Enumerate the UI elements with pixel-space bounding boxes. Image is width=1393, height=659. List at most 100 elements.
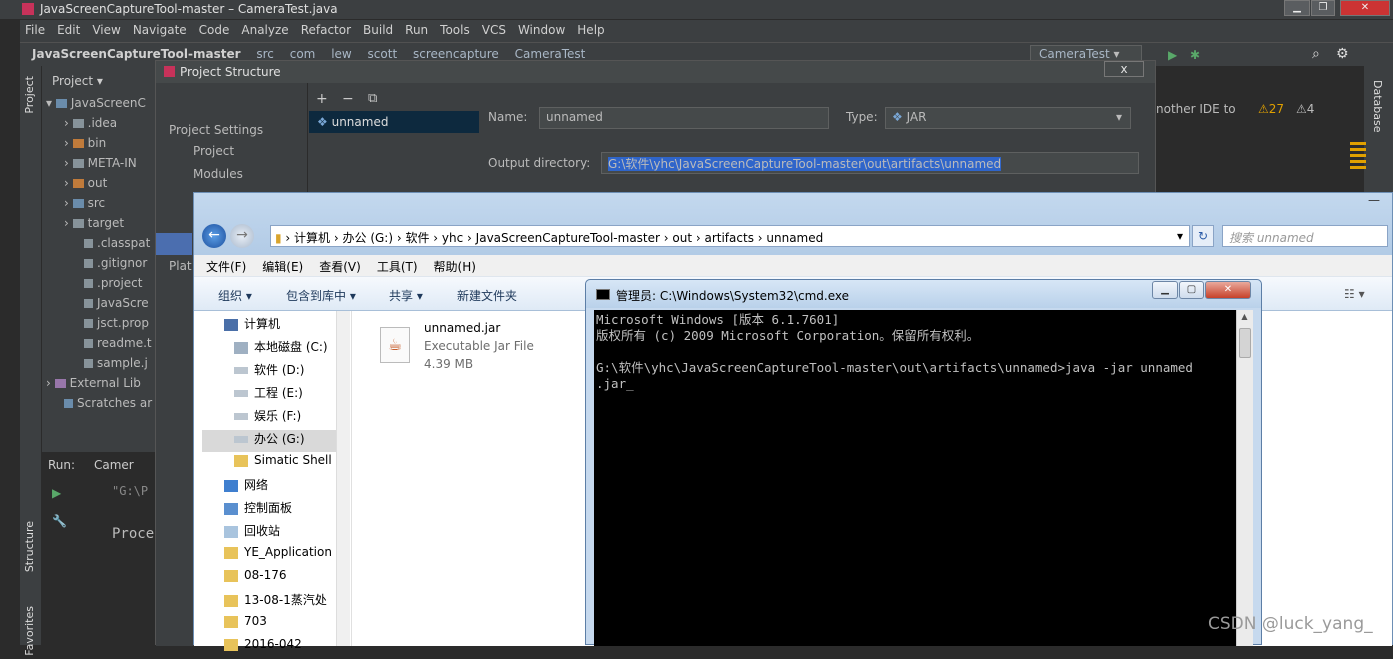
crumb-artifacts[interactable]: artifacts (704, 231, 753, 245)
nav-folder-ye[interactable]: YE_Application (224, 545, 332, 567)
nav-folder-2016[interactable]: 2016-042 (224, 637, 302, 659)
nav-network[interactable]: 网络 (224, 476, 268, 498)
cmd-close-button[interactable]: ✕ (1205, 281, 1251, 299)
menu-file[interactable]: File (25, 23, 45, 37)
refresh-icon[interactable]: ↻ (1192, 225, 1214, 247)
search-box[interactable]: 搜索 unnamed (1222, 225, 1388, 247)
sidebar-item-project[interactable]: Project (193, 144, 234, 158)
crumb-unnamed[interactable]: unnamed (766, 231, 823, 245)
menu-code[interactable]: Code (199, 23, 230, 37)
menu-refactor[interactable]: Refactor (301, 23, 351, 37)
explorer-minimize-button[interactable]: — (1359, 193, 1389, 211)
nav-folder-13-08[interactable]: 13-08-1蒸汽处 (224, 591, 327, 613)
scroll-up-icon[interactable]: ▲ (1238, 312, 1251, 324)
breadcrumb-cameratest[interactable]: CameraTest (515, 47, 586, 61)
cmd-console[interactable]: Microsoft Windows [版本 6.1.7601] 版权所有 (c) … (594, 310, 1236, 646)
menu-run[interactable]: Run (405, 23, 428, 37)
menu-edit-cn[interactable]: 编辑(E) (262, 258, 303, 275)
nav-recycle-bin[interactable]: 回收站 (224, 522, 280, 544)
nav-drive-g[interactable]: 办公 (G:) (202, 430, 350, 452)
settings-gear-icon[interactable]: ⚙ (1336, 46, 1349, 62)
close-button[interactable]: ✕ (1340, 0, 1390, 16)
nav-folder-703[interactable]: 703 (224, 614, 267, 636)
minimize-button[interactable]: ▁ (1284, 0, 1310, 16)
jar-file-icon[interactable]: ☕ (380, 327, 410, 363)
file-name[interactable]: unnamed.jar (424, 321, 500, 335)
menu-help[interactable]: Help (577, 23, 604, 37)
address-bar[interactable]: ▮ › 计算机 › 办公 (G:) › 软件 › yhc › JavaScree… (270, 225, 1190, 247)
crumb-drive-g[interactable]: 办公 (G:) (343, 231, 394, 245)
crumb-software[interactable]: 软件 (405, 231, 429, 245)
copy-artifact-button[interactable]: ⧉ (368, 91, 377, 106)
cmd-minimize-button[interactable]: ▁ (1152, 281, 1178, 299)
remove-artifact-button[interactable]: − (342, 91, 354, 107)
debug-icon[interactable]: ✱ (1190, 48, 1200, 62)
view-options-icon[interactable]: ☷ ▾ (1344, 287, 1365, 301)
menu-analyze[interactable]: Analyze (241, 23, 288, 37)
include-in-library-button[interactable]: 包含到库中 ▾ (286, 287, 356, 304)
cmd-maximize-button[interactable]: ▢ (1179, 281, 1204, 299)
nav-drive-d[interactable]: 软件 (D:) (234, 361, 304, 383)
add-artifact-button[interactable]: + (316, 91, 328, 107)
nav-simatic-shell[interactable]: Simatic Shell (234, 453, 332, 475)
breadcrumb-project[interactable]: JavaScreenCaptureTool-master (32, 47, 241, 61)
menu-view-cn[interactable]: 查看(V) (319, 258, 361, 275)
menu-navigate[interactable]: Navigate (133, 23, 187, 37)
run-tab[interactable]: Camer (94, 458, 134, 472)
nav-drive-e[interactable]: 工程 (E:) (234, 384, 303, 406)
forward-button[interactable]: → (230, 224, 254, 248)
sidebar-item-artifacts-selected[interactable] (156, 233, 192, 255)
menu-build[interactable]: Build (363, 23, 393, 37)
nav-drive-f[interactable]: 娱乐 (F:) (234, 407, 301, 429)
menu-edit[interactable]: Edit (57, 23, 80, 37)
structure-tool-tab[interactable]: Structure (23, 521, 36, 572)
cmd-scrollbar[interactable]: ▲ (1236, 310, 1253, 646)
menu-window[interactable]: Window (518, 23, 565, 37)
artifact-list-item[interactable]: ❖ unnamed (309, 111, 479, 133)
weak-warnings-count[interactable]: ⚠4 (1296, 102, 1314, 116)
nav-drive-c[interactable]: 本地磁盘 (C:) (234, 338, 328, 360)
menu-vcs[interactable]: VCS (482, 23, 506, 37)
wrench-icon[interactable]: 🔧 (52, 514, 67, 528)
name-field[interactable]: unnamed (539, 107, 829, 129)
nav-computer[interactable]: 计算机 (224, 315, 280, 337)
maximize-button[interactable]: ❐ (1311, 0, 1335, 16)
crumb-project[interactable]: JavaScreenCaptureTool-master (476, 231, 660, 245)
run-icon[interactable]: ▶ (1168, 48, 1177, 62)
nav-folder-08-176[interactable]: 08-176 (224, 568, 287, 590)
breadcrumb-scott[interactable]: scott (368, 47, 398, 61)
menu-view[interactable]: View (92, 23, 120, 37)
menu-help-cn[interactable]: 帮助(H) (434, 258, 476, 275)
share-button[interactable]: 共享 ▾ (389, 287, 423, 304)
menu-file-cn[interactable]: 文件(F) (206, 258, 246, 275)
nav-scrollbar[interactable] (336, 311, 350, 646)
output-directory-field[interactable]: G:\软件\yhc\JavaScreenCaptureTool-master\o… (601, 152, 1139, 174)
project-panel-header[interactable]: Project ▾ (52, 74, 103, 88)
folder-icon: ▮ (275, 231, 282, 245)
database-tool-tab[interactable]: Database (1371, 80, 1384, 133)
search-icon[interactable]: ⌕ (1312, 46, 1320, 62)
sidebar-item-modules[interactable]: Modules (193, 167, 243, 181)
breadcrumb-lew[interactable]: lew (331, 47, 352, 61)
crumb-yhc[interactable]: yhc (442, 231, 463, 245)
warnings-count[interactable]: ⚠27 (1258, 102, 1284, 116)
breadcrumb-com[interactable]: com (290, 47, 316, 61)
scroll-thumb[interactable] (1239, 328, 1251, 358)
nav-control-panel[interactable]: 控制面板 (224, 499, 292, 521)
name-label: Name: (488, 110, 528, 124)
dialog-close-button[interactable]: x (1104, 61, 1144, 77)
breadcrumb-src[interactable]: src (256, 47, 274, 61)
sidebar-item-platform[interactable]: Plat (169, 259, 192, 273)
rerun-icon[interactable]: ▶ (52, 486, 61, 500)
new-folder-button[interactable]: 新建文件夹 (457, 287, 517, 304)
favorites-tool-tab[interactable]: Favorites (23, 606, 36, 656)
menu-tools[interactable]: Tools (440, 23, 470, 37)
crumb-computer[interactable]: 计算机 (294, 231, 330, 245)
back-button[interactable]: ← (202, 224, 226, 248)
menu-tools-cn[interactable]: 工具(T) (377, 258, 418, 275)
organize-button[interactable]: 组织 ▾ (218, 287, 252, 304)
crumb-out[interactable]: out (672, 231, 692, 245)
type-select[interactable]: ❖ JAR ▾ (885, 107, 1131, 129)
breadcrumb-screencapture[interactable]: screencapture (413, 47, 499, 61)
project-tool-tab[interactable]: Project (23, 76, 36, 114)
